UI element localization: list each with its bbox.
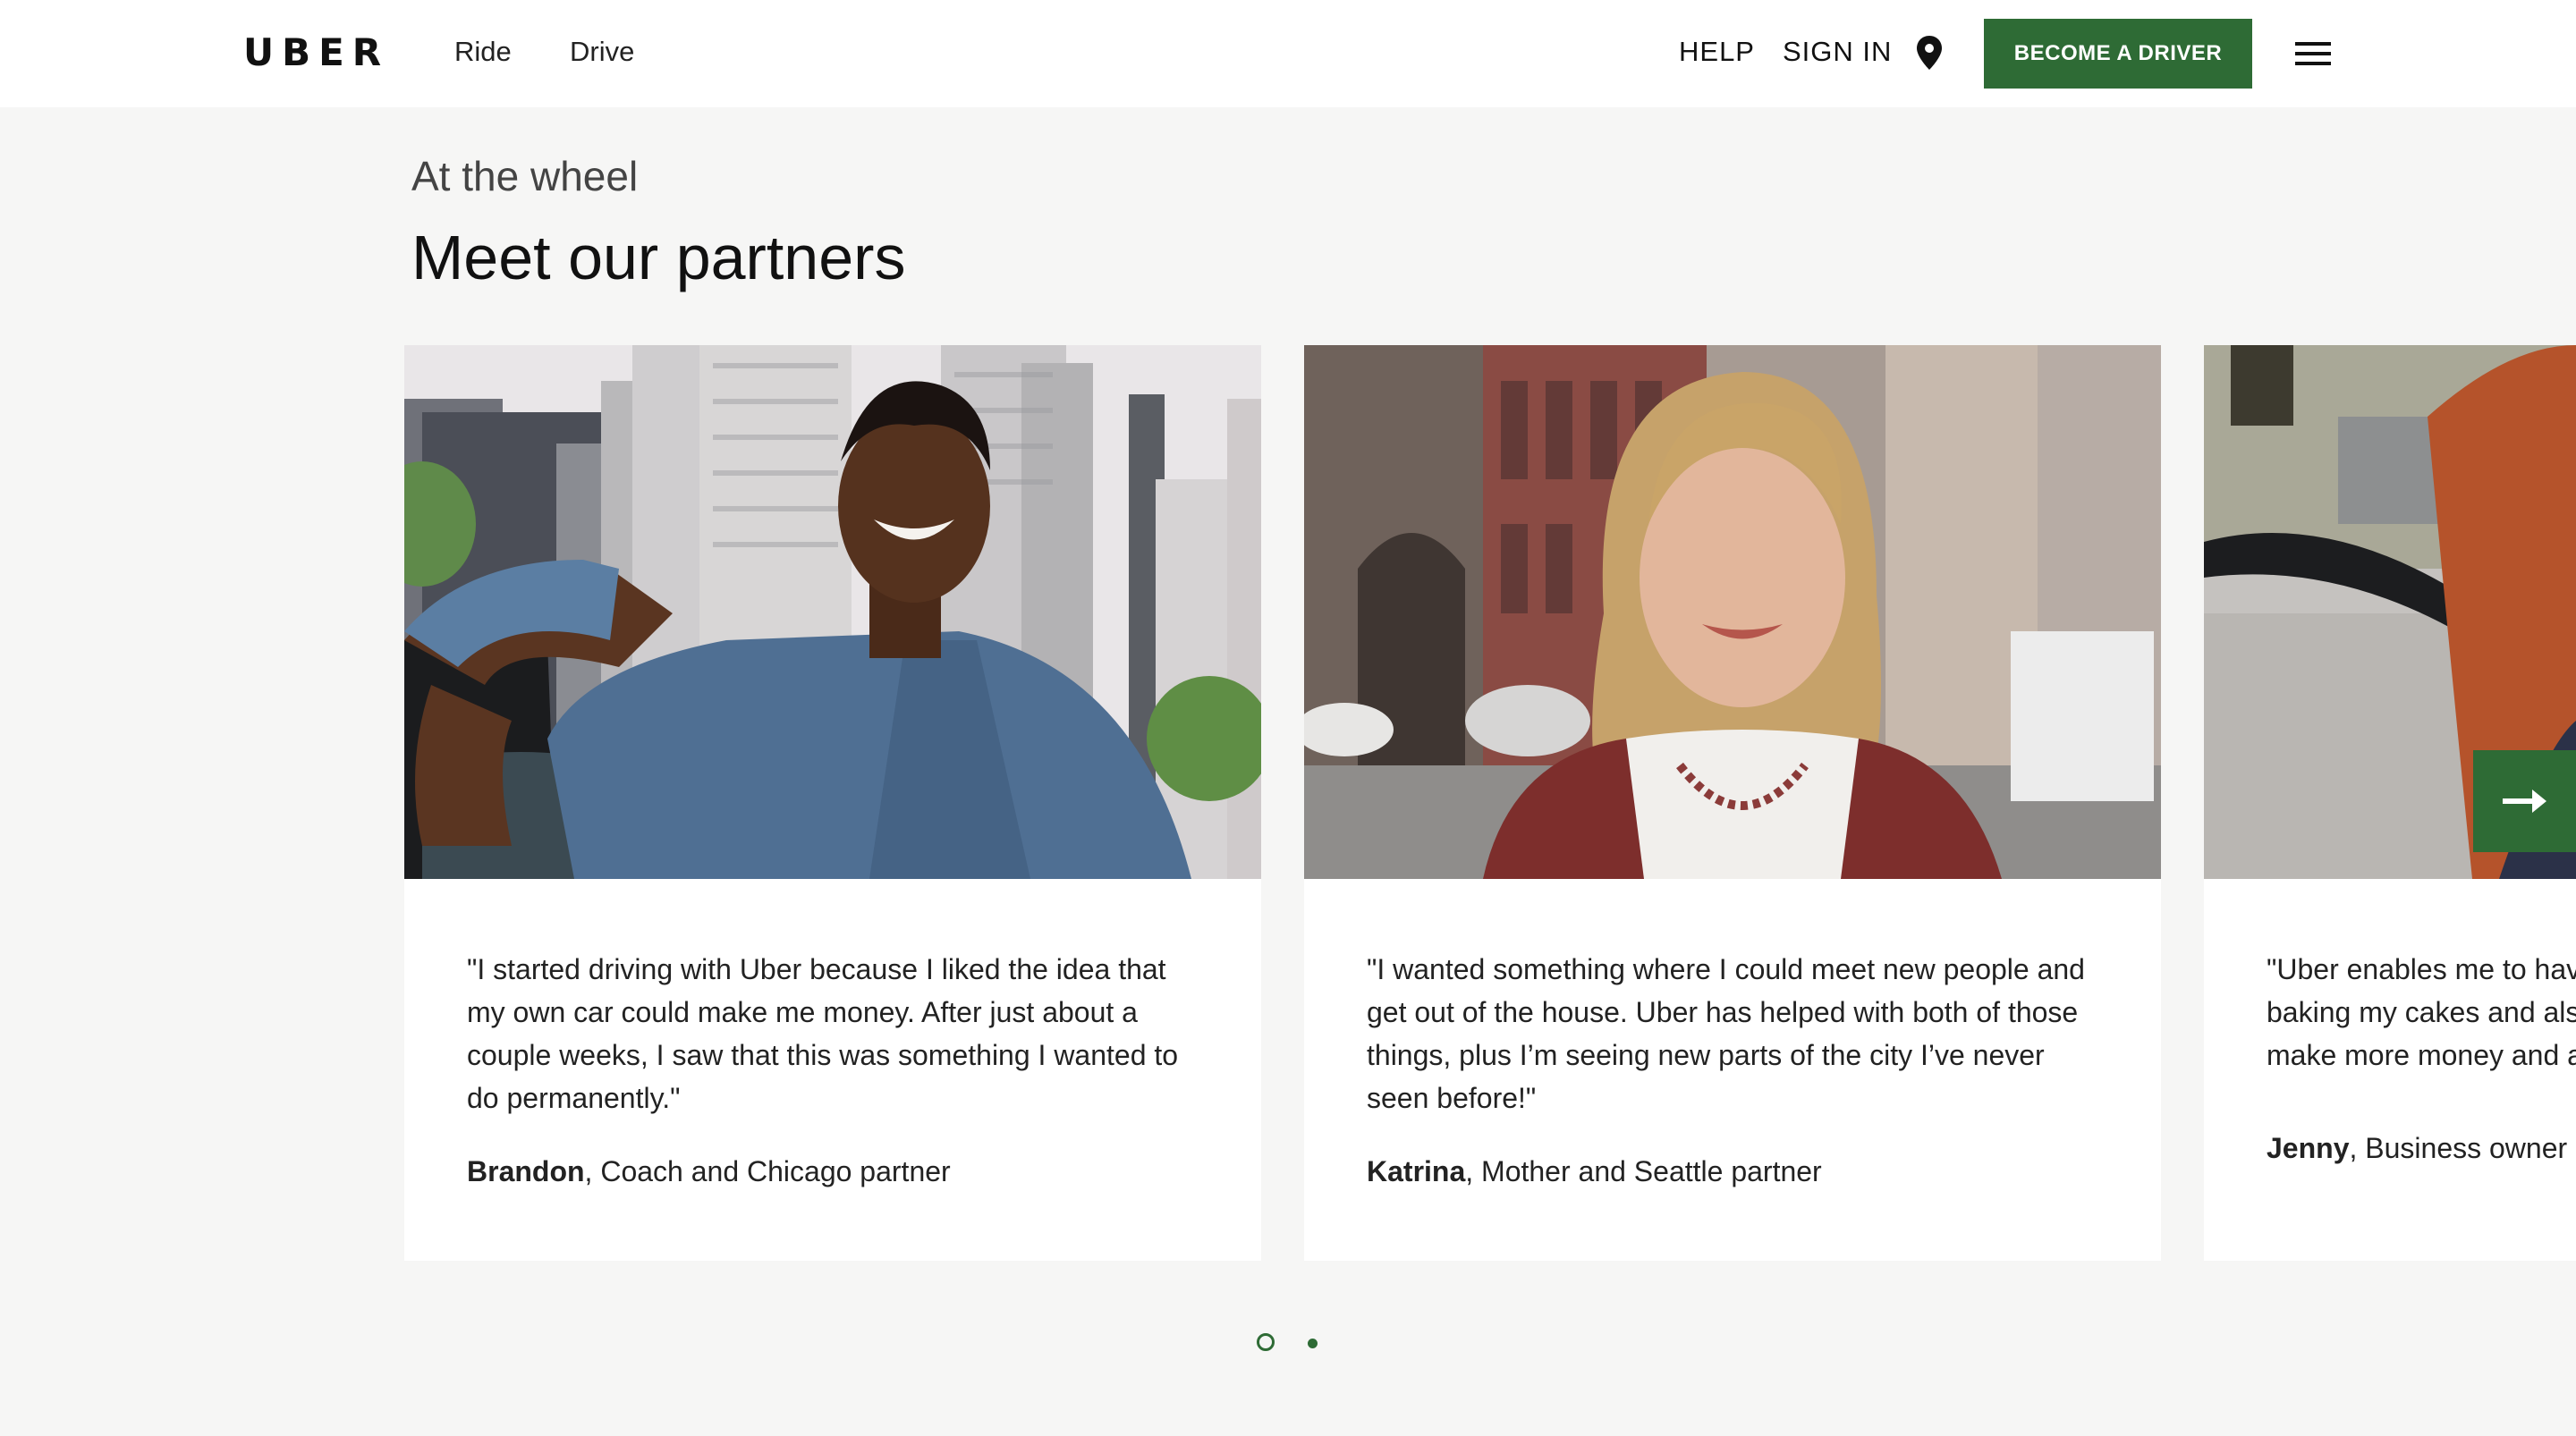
partner-name: Katrina <box>1367 1155 1466 1187</box>
top-nav-bar: UBER Ride Drive HELP SIGN IN BECOME A DR… <box>0 0 2576 107</box>
quote-line: get out of the house. Uber has helped wi… <box>1367 996 2079 1028</box>
partner-card-brandon: "I started driving with Uber because I l… <box>404 345 1261 1261</box>
partner-quote: "I started driving with Uber because I l… <box>467 948 1209 1119</box>
location-pin-icon[interactable] <box>1917 36 1942 70</box>
nav-drive-link[interactable]: Drive <box>570 36 634 68</box>
carousel-next-button[interactable] <box>2473 750 2576 852</box>
quote-line: my own car could make me money. After ju… <box>467 996 1138 1028</box>
carousel-dot-1[interactable] <box>1257 1333 1275 1351</box>
partner-name: Jenny <box>2267 1132 2350 1164</box>
partner-card-body: "Uber enables me to hav baking my cakes … <box>2267 948 2576 1165</box>
arrow-right-icon <box>2503 790 2546 813</box>
partner-attribution: Jenny, Business owner a <box>2267 1132 2576 1165</box>
quote-line: couple weeks, I saw that this was someth… <box>467 1039 1179 1071</box>
partner-role: , Business owner a <box>2349 1132 2576 1164</box>
partner-role: , Coach and Chicago partner <box>584 1155 951 1187</box>
partner-card-katrina: "I wanted something where I could meet n… <box>1304 345 2161 1261</box>
carousel-dot-2[interactable] <box>1308 1339 1318 1348</box>
sign-in-link[interactable]: SIGN IN <box>1783 36 1892 68</box>
quote-line: "I started driving with Uber because I l… <box>467 953 1166 985</box>
quote-line: "I wanted something where I could meet n… <box>1367 953 2085 985</box>
partner-attribution: Katrina, Mother and Seattle partner <box>1367 1155 2109 1188</box>
become-a-driver-button[interactable]: BECOME A DRIVER <box>1984 19 2252 89</box>
help-link[interactable]: HELP <box>1679 36 1755 68</box>
nav-ride-link[interactable]: Ride <box>454 36 512 68</box>
partner-attribution: Brandon, Coach and Chicago partner <box>467 1155 1209 1188</box>
quote-line: "Uber enables me to hav <box>2267 953 2576 985</box>
quote-line: make more money and a <box>2267 1039 2576 1071</box>
partner-photo-katrina <box>1304 345 2161 879</box>
uber-logo[interactable]: UBER <box>243 30 389 74</box>
partner-quote: "Uber enables me to hav baking my cakes … <box>2267 948 2576 1077</box>
partner-name: Brandon <box>467 1155 585 1187</box>
partner-quote: "I wanted something where I could meet n… <box>1367 948 2109 1119</box>
partner-card-body: "I started driving with Uber because I l… <box>467 948 1209 1188</box>
quote-line: seen before!" <box>1367 1082 1537 1114</box>
partner-photo-brandon <box>404 345 1261 879</box>
quote-line: baking my cakes and als <box>2267 996 2576 1028</box>
partner-card-body: "I wanted something where I could meet n… <box>1367 948 2109 1188</box>
quote-line: do permanently." <box>467 1082 681 1114</box>
partner-role: , Mother and Seattle partner <box>1465 1155 1822 1187</box>
hamburger-menu-icon[interactable] <box>2295 42 2331 65</box>
section-eyebrow: At the wheel <box>411 153 639 199</box>
section-title: Meet our partners <box>411 223 906 292</box>
quote-line: things, plus I’m seeing new parts of the… <box>1367 1039 2045 1071</box>
